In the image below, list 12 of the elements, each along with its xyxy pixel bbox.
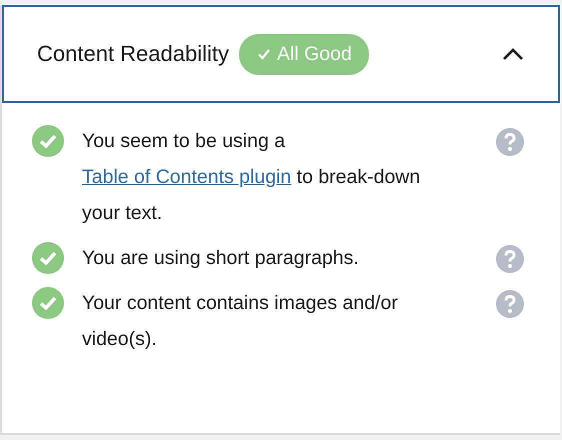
help-icon[interactable] (496, 290, 524, 318)
help-icon[interactable] (496, 245, 524, 273)
check-message: You seem to be using a Table of Contents plugin to break-down your text. (82, 129, 422, 226)
chevron-icon (502, 47, 524, 61)
check-message: You are using short paragraphs. (82, 246, 360, 271)
check-message: Your content contains images and/or video(s). (82, 291, 399, 352)
panel-title: Content Readability (37, 41, 230, 67)
check-icon (257, 47, 272, 61)
plugin-link[interactable]: Table of Contents plugin (82, 166, 292, 188)
panel-header[interactable]: Content Readability All Good (2, 5, 560, 103)
help-icon[interactable] (496, 128, 524, 156)
status-badge: All Good (239, 34, 369, 74)
